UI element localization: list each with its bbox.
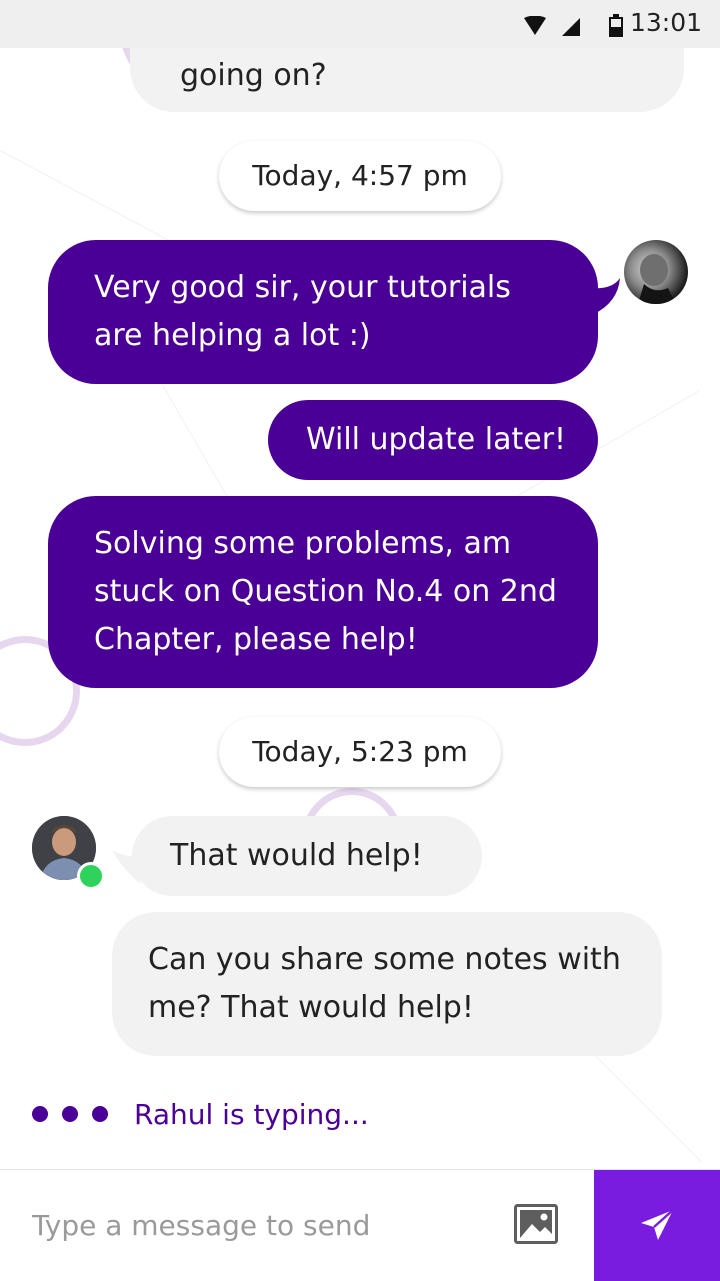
message-input[interactable] (32, 1200, 492, 1250)
typing-indicator: Rahul is typing... (32, 1092, 369, 1136)
typing-dot (92, 1106, 108, 1122)
message-text: That would help! (170, 838, 423, 873)
battery-icon (609, 14, 623, 37)
typing-text: Rahul is typing... (134, 1097, 369, 1131)
message-text: Will update later! (306, 422, 567, 457)
signal-icon (562, 18, 580, 36)
image-icon[interactable] (514, 1204, 558, 1244)
online-status-indicator (77, 862, 105, 890)
typing-dot (32, 1106, 48, 1122)
send-icon (641, 1208, 674, 1240)
message-bubble-outgoing[interactable]: Solving some problems, am stuck on Quest… (48, 496, 598, 688)
message-text: Solving some problems, am stuck on Quest… (94, 526, 557, 657)
message-text: Very good sir, your tutorials are helpin… (94, 270, 511, 353)
message-bubble-incoming[interactable]: going on? (130, 48, 684, 112)
message-bubble-incoming[interactable]: Can you share some notes with me? That w… (112, 912, 662, 1056)
avatar-me[interactable] (624, 240, 688, 304)
message-text: going on? (180, 58, 327, 93)
message-composer (0, 1169, 720, 1281)
date-separator: Today, 5:23 pm (219, 717, 501, 787)
clock: 13:01 (629, 8, 702, 37)
message-bubble-outgoing[interactable]: Will update later! (268, 400, 598, 480)
message-bubble-outgoing[interactable]: Very good sir, your tutorials are helpin… (48, 240, 598, 384)
chat-thread[interactable]: going on? Today, 4:57 pm Very good sir, … (0, 48, 720, 1169)
bubble-tail (590, 278, 620, 314)
date-separator: Today, 4:57 pm (219, 141, 501, 211)
wifi-icon (524, 16, 546, 35)
status-bar: 13:01 (0, 0, 720, 48)
avatar-photo (638, 254, 676, 304)
typing-dot (62, 1106, 78, 1122)
send-button[interactable] (594, 1170, 720, 1281)
message-bubble-incoming[interactable]: That would help! (132, 816, 482, 896)
message-text: Can you share some notes with me? That w… (148, 942, 621, 1025)
